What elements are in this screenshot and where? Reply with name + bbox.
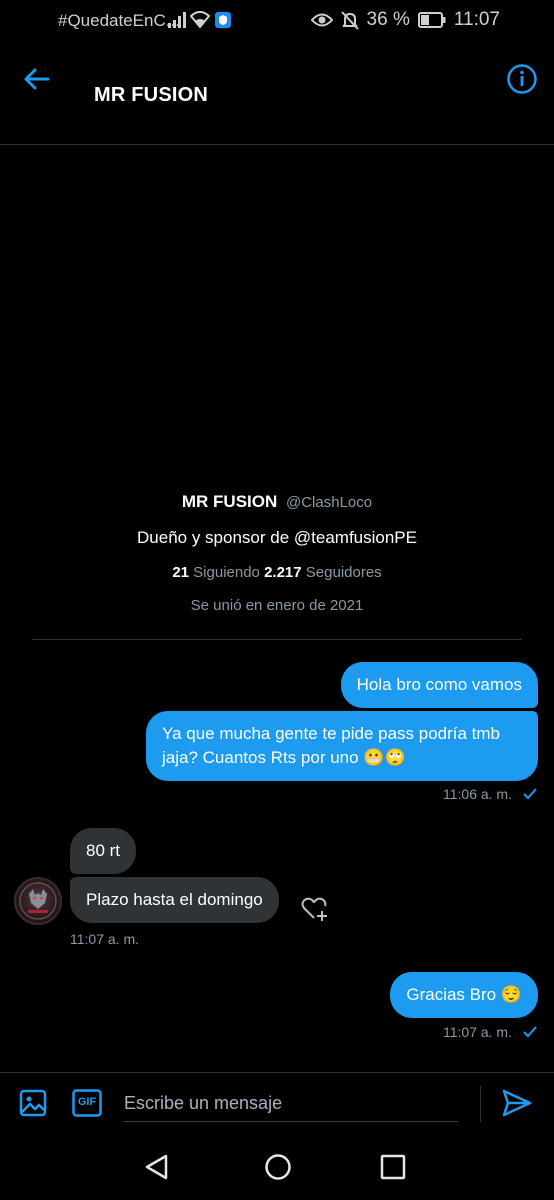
avatar[interactable] (14, 877, 62, 925)
followers-label: Seguidores (305, 564, 382, 581)
eye-icon (310, 12, 333, 28)
image-icon (19, 1089, 47, 1117)
wifi-icon (189, 11, 211, 33)
nav-recents-button[interactable] (380, 1154, 406, 1180)
composer-divider (0, 1072, 554, 1073)
timestamp-text: 11:06 a. m. (442, 786, 512, 802)
send-button[interactable] (500, 1088, 534, 1118)
arrow-left-icon (24, 68, 50, 90)
shield-app-icon (215, 12, 231, 33)
check-icon (523, 1026, 537, 1038)
heart-plus-icon (301, 897, 327, 921)
message-timestamp: 11:07 a. m. (443, 1024, 538, 1040)
message-outgoing[interactable]: Hola bro como vamos (340, 662, 538, 708)
check-icon (523, 788, 537, 800)
timestamp-text: 11:07 a. m. (442, 1024, 512, 1040)
nav-home-button[interactable] (263, 1152, 293, 1182)
message-incoming[interactable]: 80 rt (70, 828, 137, 874)
nav-back-button[interactable] (142, 1152, 172, 1182)
following-count: 21 (172, 564, 189, 581)
square-recents-icon (380, 1154, 406, 1180)
followers-count: 2.217 (264, 564, 302, 581)
profile-divider (32, 639, 522, 640)
status-bar: #QuedateEnC... 36 % 11:07 (0, 0, 554, 42)
message-outgoing[interactable]: Ya que mucha gente te pide pass podría t… (146, 711, 538, 781)
gif-label: GIF (77, 1096, 97, 1108)
notification-text: #QuedateEnC... (58, 11, 180, 30)
back-button[interactable] (22, 64, 52, 94)
send-divider (480, 1086, 481, 1122)
profile-handle[interactable]: @ClashLoco (286, 494, 372, 511)
timestamp-text: 11:07 a. m. (70, 931, 140, 947)
profile-joined: Se unió en enero de 2021 (190, 597, 364, 614)
send-icon (502, 1089, 532, 1117)
info-icon (507, 64, 537, 94)
profile-summary: MR FUSION @ClashLoco Dueño y sponsor de … (0, 492, 554, 614)
header-divider (0, 144, 554, 145)
profile-stats: 21 Siguiendo 2.217 Seguidores (0, 564, 554, 581)
circle-home-icon (265, 1154, 291, 1180)
wolf-logo-icon (19, 882, 57, 920)
add-image-button[interactable] (18, 1088, 48, 1118)
battery-icon (417, 12, 446, 28)
bell-off-icon (340, 10, 359, 30)
profile-name[interactable]: MR FUSION (182, 492, 277, 511)
message-incoming[interactable]: Plazo hasta el domingo (70, 877, 279, 923)
info-button[interactable] (506, 63, 538, 95)
message-timestamp: 11:07 a. m. (70, 931, 139, 947)
battery-percent: 36 % (366, 9, 410, 30)
status-right: 36 % 11:07 (310, 9, 500, 31)
status-time: 11:07 (453, 9, 500, 30)
message-timestamp: 11:06 a. m. (443, 786, 538, 802)
profile-bio: Dueño y sponsor de @teamfusionPE (137, 528, 417, 547)
add-gif-button[interactable]: GIF (72, 1089, 102, 1117)
conversation-title: MR FUSION (94, 84, 209, 106)
message-outgoing[interactable]: Gracias Bro 😌 (390, 972, 538, 1018)
triangle-back-icon (145, 1154, 168, 1180)
following-label: Siguiendo (193, 564, 260, 581)
signal-icon (168, 12, 186, 33)
message-input[interactable] (124, 1085, 458, 1122)
react-button[interactable] (300, 894, 330, 924)
